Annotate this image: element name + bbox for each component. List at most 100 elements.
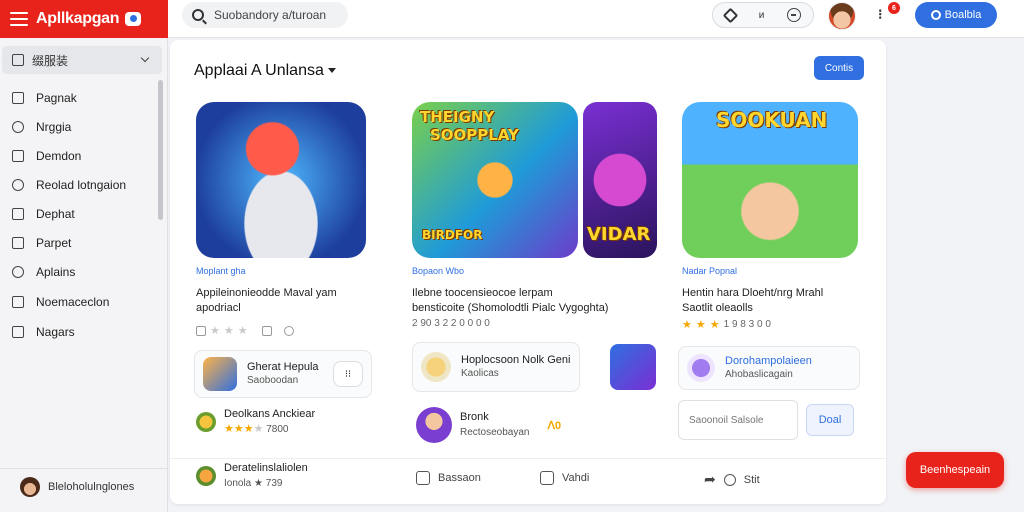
sidebar-item-5[interactable]: Dephat <box>12 204 75 224</box>
sidebar-item-7[interactable]: Aplains <box>12 262 75 282</box>
art-subtitle: SOOPPLAY <box>430 126 519 144</box>
menu-icon[interactable] <box>10 12 28 26</box>
floating-action-button[interactable]: Beenhespeain <box>906 452 1004 488</box>
sidebar-item-label: Nagars <box>36 325 75 339</box>
list-title: Bronk <box>460 411 489 423</box>
row-subtitle: Ahobaslicagain <box>725 369 793 380</box>
sidebar-item-label: Nrggia <box>36 120 72 134</box>
app-thumb-large[interactable] <box>610 344 656 390</box>
toolbar-pill-group[interactable]: ᴎ <box>712 2 814 28</box>
row-text: Gherat Hepula Saoboodan <box>247 360 319 388</box>
more-icon[interactable]: ⁝⁝ <box>333 361 363 387</box>
list-text: Deolkans Anckiear ★★★★ 7800 <box>224 407 315 437</box>
sidebar-item-label: Pagnak <box>36 91 77 105</box>
sidebar-item-label: Aplains <box>36 265 76 279</box>
app-description: Ilebne toocensieocoe lerpam bensticoite (… <box>412 286 608 316</box>
sidebar-user[interactable]: Bleloholulnglones <box>0 468 167 504</box>
desc-line: bensticoite (Shomolodtli Pialc Vygoghta) <box>412 302 609 314</box>
app-meta: 2 90 3 2 2 0 0 0 0 <box>412 318 490 329</box>
app-description: Hentin hara Dloeht/nrg Mrahl Saotlit olea… <box>682 286 823 316</box>
comment-icon <box>540 471 554 485</box>
app-thumb <box>687 354 715 382</box>
google-icon <box>930 10 941 20</box>
card-action-button[interactable]: Contis <box>814 56 864 80</box>
sidebar-item-label: Dephat <box>36 207 75 221</box>
submit-button[interactable]: Doal <box>806 404 854 436</box>
avatar[interactable] <box>828 2 856 30</box>
page-title[interactable]: Applaai A Unlansa <box>194 62 336 80</box>
sidebar-scrollbar[interactable] <box>158 80 163 220</box>
sidebar-section-header[interactable]: 缀服装 <box>2 46 162 74</box>
action-label: Bassaon <box>438 472 481 484</box>
signin-button[interactable]: Boalbla <box>915 2 997 28</box>
caret-down-icon[interactable] <box>327 68 336 74</box>
search-bar[interactable]: Suobandory a/turoan <box>182 2 348 28</box>
featured-row-1[interactable]: Gherat Hepula Saoboodan ⁝⁝ <box>194 350 372 398</box>
sidebar-item-8[interactable]: Noemaceclon <box>12 292 109 312</box>
sidebar-item-1[interactable]: Pagnak <box>12 88 77 108</box>
sidebar-item-6[interactable]: Parpet <box>12 233 71 253</box>
square-icon <box>12 296 24 308</box>
minus-circle-icon[interactable] <box>787 8 802 22</box>
desc-line: Appileinonieodde Maval yam <box>196 287 337 299</box>
row-title: Dorohampolaieen <box>725 355 812 367</box>
app-category[interactable]: Nadar Popnal <box>682 266 737 276</box>
featured-row-3[interactable]: Dorohampolaieen Ahobaslicagain <box>678 346 860 390</box>
star-icon: ★ <box>682 319 692 331</box>
art-title: VIDAR <box>587 224 651 245</box>
user-avatar <box>20 476 40 497</box>
sidebar: 缀服装 Pagnak Nrggia Demdon Reolad lotngaio… <box>0 38 168 512</box>
chevron-down-icon[interactable] <box>140 53 150 63</box>
row-subtitle: Saoboodan <box>247 375 299 386</box>
brand-name: Apllkapgan <box>36 10 120 27</box>
sidebar-item-9[interactable]: Nagars <box>12 322 75 342</box>
art-tag: BIRDFOR <box>422 228 483 242</box>
app-rating: ★ ★ ★ 1 9 8 3 0 0 <box>682 318 771 331</box>
sidebar-item-3[interactable]: Demdon <box>12 146 81 166</box>
list-count: 7800 <box>266 424 289 435</box>
sidebar-item-label: Parpet <box>36 236 72 250</box>
app-category[interactable]: Moplant gha <box>196 266 246 276</box>
diamond-icon[interactable] <box>722 7 738 23</box>
search-field[interactable]: Saoonoil Salsole <box>678 400 798 440</box>
page-title-text: Applaai A Unlansa <box>194 62 324 79</box>
app-artwork-adventure[interactable]: THEIGNY SOOPPLAY BIRDFOR <box>412 102 578 258</box>
bookmark-icon <box>416 471 430 485</box>
art-title: THEIGNY <box>420 108 495 126</box>
desc-line: Ilebne toocensieocoe lerpam <box>412 287 553 299</box>
chat-icon <box>12 121 24 133</box>
action-comment[interactable]: Vahdi <box>540 471 589 485</box>
info-icon[interactable] <box>283 325 294 336</box>
square-icon <box>12 326 24 338</box>
brand-logo[interactable]: Apllkapgan <box>0 0 168 38</box>
list-item[interactable]: Bronk Rectoseobayan ᐱ0 <box>416 404 561 446</box>
app-category[interactable]: Bopaon Wbo <box>412 266 464 276</box>
notification-icon[interactable]: ⁝ 6 <box>878 2 900 23</box>
star-icon: ★ <box>709 319 720 331</box>
row-title: Gherat Hepula <box>247 361 319 373</box>
square-icon[interactable] <box>261 325 272 336</box>
app-artwork-sports[interactable]: SOOKUAN <box>682 102 858 258</box>
square-icon <box>12 208 24 220</box>
list-item[interactable]: Deolkans Anckiear ★★★★ 7800 <box>196 404 315 440</box>
shield-icon <box>723 473 736 486</box>
star-icon: ★ <box>695 319 706 331</box>
star-icon: ★ <box>223 325 234 337</box>
app-thumb <box>421 352 451 382</box>
sidebar-item-2[interactable]: Nrggia <box>12 117 71 137</box>
featured-row-2[interactable]: Hoplocsoon Nolk Geni Kaolicas <box>412 342 580 392</box>
action-label: Vahdi <box>562 472 590 484</box>
list-meta: ★★★★ 7800 <box>224 423 289 435</box>
row-text: Hoplocsoon Nolk Geni Kaolicas <box>461 353 570 381</box>
action-save[interactable]: Bassaon <box>416 471 481 485</box>
desc-line: apodriacl <box>196 302 241 314</box>
app-artwork-racing[interactable] <box>196 102 366 258</box>
app-thumb <box>203 357 237 391</box>
search-input[interactable]: Suobandory a/turoan <box>214 8 326 22</box>
app-artwork-racer[interactable]: VIDAR <box>583 102 657 258</box>
sidebar-item-label: Reolad lotngaion <box>36 178 127 192</box>
tools-icon <box>12 266 24 278</box>
sidebar-item-4[interactable]: Reolad lotngaion <box>12 175 126 195</box>
app-icon <box>196 412 216 432</box>
action-share[interactable]: ➦ Stit <box>704 471 760 488</box>
